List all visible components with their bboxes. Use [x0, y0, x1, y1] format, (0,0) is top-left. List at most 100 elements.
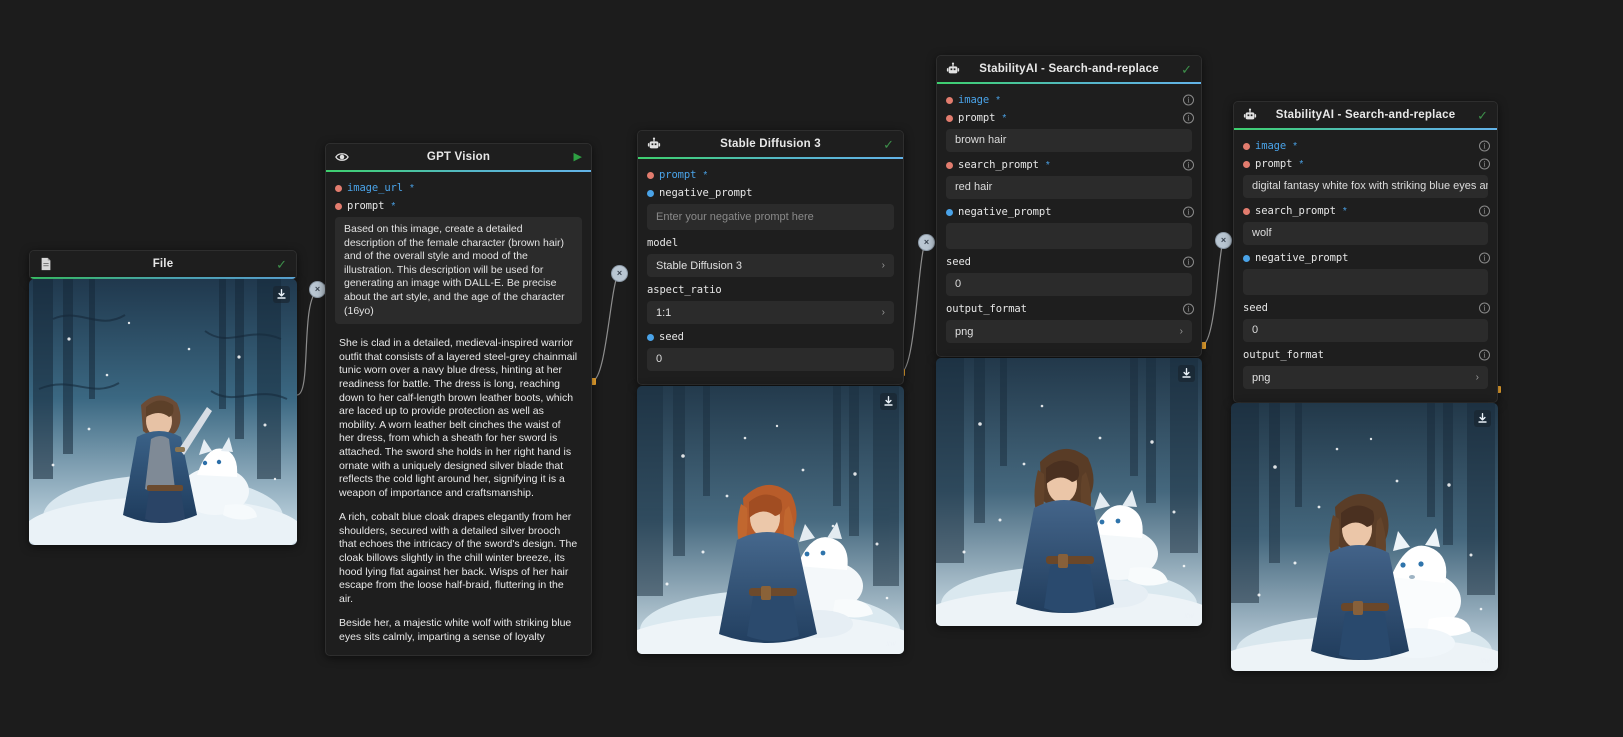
node-search-and-replace-1[interactable]: StabilityAI - Search-and-replace ✓ image… — [936, 55, 1202, 357]
edge-delete-button[interactable]: × — [918, 234, 935, 251]
field-label: negative_prompt — [659, 187, 753, 199]
field-search-prompt[interactable]: search_prompt * i — [1234, 202, 1497, 220]
sd3-image-preview[interactable]: xw — [637, 386, 904, 654]
info-icon[interactable]: i — [1183, 303, 1194, 315]
field-label: prompt — [659, 169, 697, 181]
field-prompt[interactable]: prompt * i — [937, 109, 1201, 127]
output-paragraph: A rich, cobalt blue cloak drapes elegant… — [339, 511, 578, 605]
node-sd3-header[interactable]: Stable Diffusion 3 ✓ — [638, 131, 903, 157]
info-icon[interactable]: i — [1183, 256, 1194, 268]
edge-delete-button[interactable]: × — [309, 281, 326, 298]
required-star: * — [1045, 159, 1050, 171]
field-negative-prompt[interactable]: negative_prompt i — [937, 203, 1201, 221]
sar2-image-preview[interactable]: xw — [1231, 403, 1498, 671]
sar1-image-preview[interactable]: xw — [936, 358, 1202, 626]
field-prompt[interactable]: prompt * i — [1234, 155, 1497, 173]
info-icon[interactable]: i — [1183, 159, 1194, 171]
field-image[interactable]: image * i — [937, 91, 1201, 109]
sd3-seed-input[interactable]: 0 — [647, 348, 894, 371]
workflow-canvas[interactable]: × × × × File ✓ GPT Vision ▶ image_url * … — [0, 0, 1623, 737]
image-snowy-forest-warrior — [29, 279, 297, 545]
required-dot — [1243, 207, 1250, 215]
sar1-seed-input[interactable]: 0 — [946, 273, 1192, 296]
sar2-output-format-select[interactable]: png › — [1243, 366, 1488, 389]
edge-delete-button[interactable]: × — [1215, 232, 1232, 249]
field-negative-prompt[interactable]: negative_prompt i — [1234, 249, 1497, 267]
info-icon[interactable]: i — [1183, 206, 1194, 218]
info-icon[interactable]: i — [1479, 140, 1490, 152]
edge-delete-button[interactable]: × — [611, 265, 628, 282]
node-file[interactable]: File ✓ — [29, 250, 297, 280]
info-icon[interactable]: i — [1183, 94, 1194, 106]
node-gpt-vision-header[interactable]: GPT Vision ▶ — [326, 144, 591, 170]
required-star: * — [391, 200, 396, 212]
image-brown-haired-woman-with-wolf — [936, 358, 1202, 626]
sar2-prompt-input[interactable]: digital fantasy white fox with striking … — [1243, 175, 1488, 198]
node-search-and-replace-2[interactable]: StabilityAI - Search-and-replace ✓ image… — [1233, 101, 1498, 403]
optional-dot — [647, 333, 654, 341]
selected-value: png — [1252, 371, 1271, 384]
required-dot — [946, 161, 953, 169]
node-stable-diffusion-3[interactable]: Stable Diffusion 3 ✓ prompt * negative_p… — [637, 130, 904, 385]
download-button[interactable] — [1178, 365, 1195, 382]
node-sd3-status[interactable]: ✓ — [880, 138, 894, 151]
sd3-aspect-ratio-select[interactable]: 1:1 › — [647, 301, 894, 324]
file-image-preview[interactable] — [29, 279, 297, 545]
sar1-output-format-select[interactable]: png › — [946, 320, 1192, 343]
field-seed[interactable]: seed — [638, 328, 903, 346]
optional-dot — [1243, 254, 1250, 262]
field-label: search_prompt — [958, 159, 1039, 171]
node-file-header[interactable]: File ✓ — [30, 251, 296, 277]
info-icon[interactable]: i — [1479, 252, 1490, 264]
field-aspect-ratio: aspect_ratio — [638, 281, 903, 299]
info-icon[interactable]: i — [1183, 112, 1194, 124]
eye-icon — [335, 153, 349, 161]
info-icon[interactable]: i — [1479, 158, 1490, 170]
node-sar2-status[interactable]: ✓ — [1474, 109, 1488, 122]
required-star: * — [996, 94, 1001, 106]
sar2-search-prompt-input[interactable]: wolf — [1243, 222, 1488, 245]
sar1-prompt-input[interactable]: brown hair — [946, 129, 1192, 152]
check-icon: ✓ — [1477, 107, 1488, 123]
sar2-seed-input[interactable]: 0 — [1243, 319, 1488, 342]
node-sar1-status[interactable]: ✓ — [1178, 63, 1192, 76]
sd3-negative-prompt-input[interactable]: Enter your negative prompt here — [647, 204, 894, 230]
node-sar2-header[interactable]: StabilityAI - Search-and-replace ✓ — [1234, 102, 1497, 128]
field-label: seed — [1243, 302, 1268, 314]
field-negative-prompt[interactable]: negative_prompt — [638, 184, 903, 202]
sar1-search-prompt-input[interactable]: red hair — [946, 176, 1192, 199]
play-icon: ▶ — [573, 150, 582, 163]
download-icon — [884, 396, 893, 406]
selected-value: Stable Diffusion 3 — [656, 259, 743, 272]
image-signature: xw — [886, 638, 896, 648]
download-button[interactable] — [273, 286, 290, 303]
node-sar1-title: StabilityAI - Search-and-replace — [979, 63, 1159, 75]
required-star: * — [703, 169, 708, 181]
gpt-vision-prompt-input[interactable]: Based on this image, create a detailed d… — [335, 217, 582, 325]
field-label: image — [958, 94, 990, 106]
field-prompt[interactable]: prompt * — [638, 166, 903, 184]
field-label: output_format — [946, 303, 1027, 315]
info-icon[interactable]: i — [1479, 302, 1490, 314]
node-sar1-header[interactable]: StabilityAI - Search-and-replace ✓ — [937, 56, 1201, 82]
robot-icon — [946, 62, 960, 74]
sar1-negative-prompt-input[interactable] — [946, 223, 1192, 249]
node-file-status[interactable]: ✓ — [273, 258, 287, 271]
sar2-negative-prompt-input[interactable] — [1243, 269, 1488, 295]
field-image-url[interactable]: image_url * — [326, 179, 591, 197]
field-image[interactable]: image * i — [1234, 137, 1497, 155]
node-gpt-vision-run[interactable]: ▶ — [568, 150, 582, 163]
download-button[interactable] — [880, 393, 897, 410]
field-prompt[interactable]: prompt * — [326, 197, 591, 215]
node-gpt-vision[interactable]: GPT Vision ▶ image_url * prompt * Based … — [325, 143, 592, 656]
field-search-prompt[interactable]: search_prompt * i — [937, 156, 1201, 174]
info-icon[interactable]: i — [1479, 205, 1490, 217]
required-dot — [1243, 160, 1250, 168]
info-icon[interactable]: i — [1479, 349, 1490, 361]
sd3-model-select[interactable]: Stable Diffusion 3 › — [647, 254, 894, 277]
required-dot — [946, 114, 953, 122]
required-dot — [335, 202, 342, 210]
download-button[interactable] — [1474, 410, 1491, 427]
optional-dot — [946, 208, 953, 216]
field-label: prompt — [958, 112, 996, 124]
